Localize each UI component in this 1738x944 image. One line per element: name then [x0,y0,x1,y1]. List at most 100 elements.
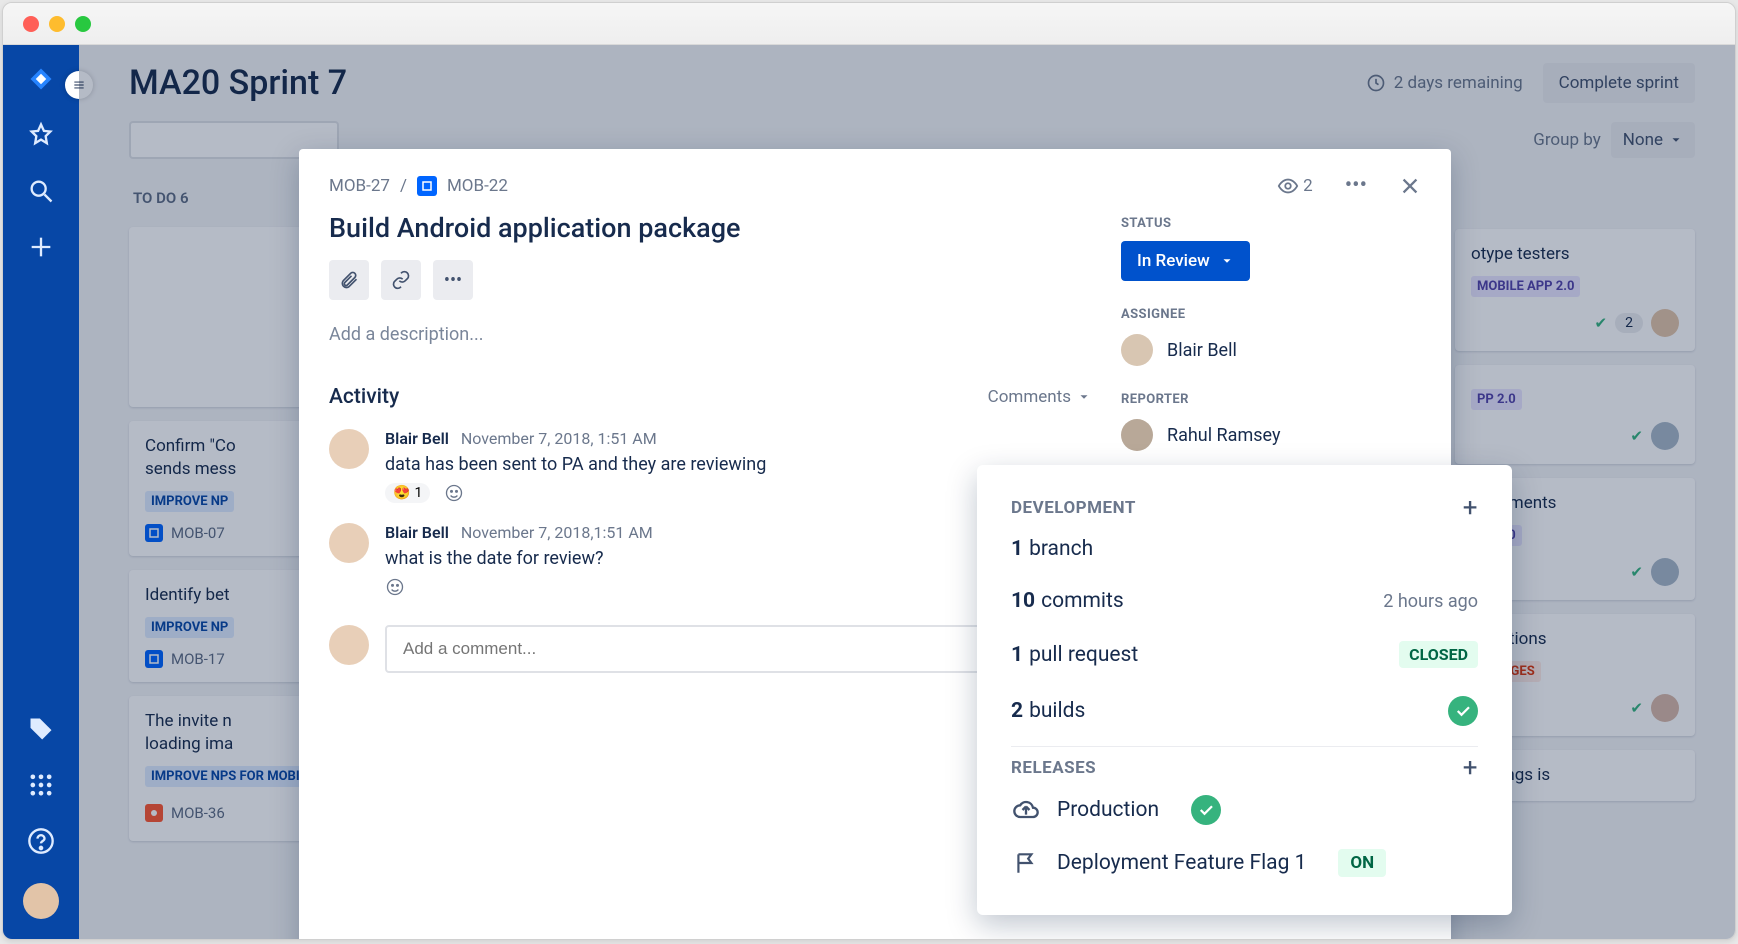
add-release-button[interactable]: + [1463,753,1478,783]
dev-heading: DEVELOPMENT [1011,498,1136,518]
development-panel: DEVELOPMENT + 1branch 10commits 2 hours … [977,465,1512,915]
zoom-window-button[interactable] [75,16,91,32]
group-by-label: Group by [1533,130,1601,150]
chevron-down-icon [1077,390,1091,404]
assignee-label: ASSIGNEE [1121,307,1421,322]
release-name: Production [1057,798,1159,822]
help-icon[interactable] [27,827,55,855]
app-window: MA20 Sprint 7 2 days remaining Complete … [2,2,1736,940]
reporter-name: Rahul Ramsey [1167,425,1280,446]
issue-key: MOB-36 [171,804,225,822]
epic-badge[interactable]: MOBILE APP 2.0 [1471,276,1580,297]
comment-text: what is the date for review? [385,548,653,569]
assignee-avatar [1121,334,1153,366]
feature-flag-row[interactable]: Deployment Feature Flag 1 ON [1011,837,1478,889]
feature-flag-name: Deployment Feature Flag 1 [1057,851,1306,875]
assignee-field[interactable]: Blair Bell [1121,334,1421,366]
story-icon [417,176,437,196]
comment-avatar[interactable] [329,523,369,563]
activity-heading: Activity [329,385,399,409]
sprint-title: MA20 Sprint 7 [129,63,347,103]
pr-status-badge: CLOSED [1399,641,1478,668]
current-user-avatar [329,625,369,665]
reporter-label: REPORTER [1121,392,1421,407]
assignee-name: Blair Bell [1167,340,1237,361]
cloud-upload-icon [1011,796,1041,824]
close-icon [1399,175,1421,197]
story-icon [145,650,163,668]
group-by-select[interactable]: None [1611,122,1695,158]
pull-request-row[interactable]: 1pull request CLOSED [1011,627,1478,682]
time-remaining: 2 days remaining [1366,73,1523,93]
attach-button[interactable] [329,260,369,300]
comment-author[interactable]: Blair Bell [385,523,449,542]
issue-title[interactable]: Build Android application package [329,212,1091,244]
issue-key: MOB-17 [171,650,225,668]
epic-badge[interactable]: IMPROVE NP [145,617,234,638]
smiley-plus-icon [385,577,405,597]
apps-icon[interactable] [27,771,55,799]
clock-icon [1366,73,1386,93]
titlebar [3,3,1735,45]
reporter-avatar [1121,419,1153,451]
done-check-icon: ✔ [1595,314,1608,332]
breadcrumb-parent[interactable]: MOB-27 [329,176,390,196]
comment-time: November 7, 2018,1:51 AM [461,523,653,542]
card-title: otype testers [1471,243,1679,266]
smiley-plus-icon [444,483,464,503]
branch-row[interactable]: 1branch [1011,523,1478,575]
chevron-down-icon [1669,133,1683,147]
issue-card[interactable]: PP 2.0 ✔ [1455,365,1695,464]
complete-sprint-button[interactable]: Complete sprint [1543,63,1695,103]
star-icon[interactable] [27,121,55,149]
tag-icon[interactable] [27,715,55,743]
reaction-pill[interactable]: 😍1 [385,483,430,503]
description-placeholder[interactable]: Add a description... [329,324,1091,345]
issue-key: MOB-07 [171,524,225,542]
comment-avatar[interactable] [329,429,369,469]
link-button[interactable] [381,260,421,300]
issue-card[interactable]: otype testers MOBILE APP 2.0 ✔ 2 [1455,229,1695,351]
reporter-field[interactable]: Rahul Ramsey [1121,419,1421,451]
release-row[interactable]: Production [1011,783,1478,837]
traffic-lights [23,16,91,32]
comment-text: data has been sent to PA and they are re… [385,454,766,475]
flag-icon [1011,850,1041,876]
epic-badge[interactable]: PP 2.0 [1471,389,1522,410]
comment-author[interactable]: Blair Bell [385,429,449,448]
build-success-icon [1448,696,1478,726]
status-dropdown[interactable]: In Review [1121,241,1250,281]
close-window-button[interactable] [23,16,39,32]
assignee-avatar[interactable] [1651,309,1679,337]
sidebar-collapse-toggle[interactable] [65,71,93,99]
create-icon[interactable] [27,233,55,261]
status-label: STATUS [1121,216,1421,231]
releases-heading: RELEASES [1011,758,1096,778]
flag-status-badge: ON [1338,849,1386,877]
group-by-value: None [1623,130,1663,150]
profile-avatar[interactable] [23,883,59,919]
eye-icon [1277,175,1299,197]
link-icon [391,270,411,290]
chevron-down-icon [1220,254,1234,268]
comment-time: November 7, 2018, 1:51 AM [461,429,657,448]
activity-filter-dropdown[interactable]: Comments [988,387,1091,407]
more-actions-button[interactable]: ••• [1345,173,1367,198]
close-modal-button[interactable] [1399,175,1421,197]
add-reaction-button[interactable] [444,483,464,503]
epic-badge[interactable]: IMPROVE NP [145,491,234,512]
add-dev-button[interactable]: + [1463,493,1478,523]
deploy-success-icon [1191,795,1221,825]
more-button[interactable]: ••• [433,260,473,300]
commits-row[interactable]: 10commits 2 hours ago [1011,575,1478,627]
builds-row[interactable]: 2builds [1011,682,1478,740]
minimize-window-button[interactable] [49,16,65,32]
jira-logo-icon[interactable] [27,65,55,93]
breadcrumb-child[interactable]: MOB-22 [447,176,508,196]
subtask-count: 2 [1615,313,1643,333]
search-icon[interactable] [27,177,55,205]
add-reaction-button[interactable] [385,577,405,597]
paperclip-icon [339,270,359,290]
commits-time: 2 hours ago [1383,591,1478,612]
watchers-button[interactable]: 2 [1277,175,1313,197]
